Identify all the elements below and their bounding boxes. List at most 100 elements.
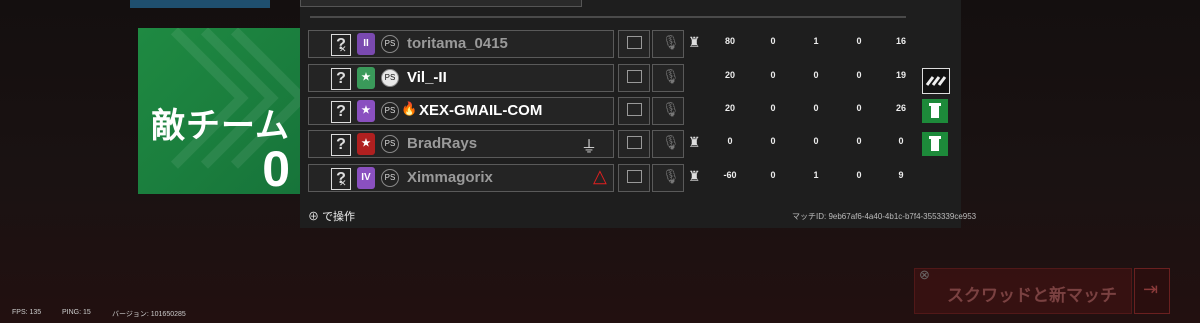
chat-icon [627,103,642,116]
match-id: マッチID: 9eb67af6-4a40-4b1c-b7f4-3553339ce… [792,212,977,221]
voice-mute-button[interactable]: 🎙 [652,30,684,58]
voice-mute-button[interactable]: 🎙 [652,164,684,192]
ping-value: 26 [895,103,906,113]
team-score: 0 [262,141,290,194]
chat-icon [627,36,642,49]
assists-value: 0 [813,70,819,80]
status-icon [922,99,948,123]
player-name: BradRays [407,135,478,152]
team-divider [310,16,906,18]
rank-badge: ★ [357,133,375,155]
player-name-cell[interactable]: ? ★ PS BradRays ⏚ [308,130,614,158]
close-icon[interactable]: ⊗ [919,267,930,283]
player-name-cell[interactable]: ? ✕ II PS toritama_0415 [308,30,614,58]
warning-triangle-icon: △ [593,166,607,186]
controller-touchpad-icon: ⊕ [308,211,319,223]
kills-value: 0 [770,136,776,146]
control-hint-text: で操作 [322,211,356,223]
playstation-icon: PS [381,35,399,53]
defuser-icon: ♜ [688,168,701,184]
player-name: Vil_-II [407,69,447,86]
score-value: 20 [724,70,735,80]
mic-muted-icon: 🎙 [662,168,680,184]
status-icon [922,68,950,94]
defuser-icon: ♜ [688,34,701,50]
scoreboard: ? ✕ II PS toritama_0415 🎙 ♜ 80 0 1 0 16 … [300,0,961,228]
player-name-cell[interactable]: ? ★ PS Vil_-II [308,64,614,92]
exit-icon: ⇥ [1143,279,1159,299]
ping-value: 0 [898,136,904,146]
fire-icon: 🔥 [401,101,418,116]
mic-muted-icon: 🎙 [662,68,680,84]
ping-value: 16 [895,36,906,46]
dead-marker-icon: ✕ [339,44,347,54]
status-icon [922,132,948,156]
rank-badge: ★ [357,67,375,89]
chat-mute-button[interactable] [618,164,650,192]
voice-mute-button[interactable]: 🎙 [652,97,684,125]
playstation-icon: PS [381,69,399,87]
player-row[interactable]: ? ★ PS Vil_-II 🎙 20 0 0 0 19 [308,64,958,92]
dead-marker-icon: ✕ [339,178,347,188]
squad-new-match-button[interactable]: ⊗ スクワッドと新マッチ [914,267,1132,314]
assists-value: 0 [813,103,819,113]
chat-mute-button[interactable] [618,64,650,92]
previous-row-strip [300,0,582,7]
chat-icon [627,70,642,83]
assists-value: 1 [813,36,819,46]
playstation-icon: PS [381,135,399,153]
deaths-value: 0 [856,136,862,146]
player-row[interactable]: ? ✕ IV PS Ximmagorix △ 🎙 ♜ -60 0 1 0 9 [308,164,958,192]
chat-icon [627,136,642,149]
chat-icon [627,170,642,183]
fps-readout: FPS: 135 [12,309,42,316]
playstation-icon: PS [381,102,399,120]
player-name: toritama_0415 [407,35,508,52]
unknown-operator-icon: ? [331,101,351,123]
kills-value: 0 [770,36,776,46]
player-row[interactable]: ? ★ PS 🔥 XEX-GMAIL-COM 🎙 20 0 0 0 26 [308,97,958,125]
rank-badge: ★ [357,100,375,122]
mic-muted-icon: 🎙 [662,34,680,50]
deaths-value: 0 [856,170,862,180]
mic-muted-icon: 🎙 [662,101,680,117]
kills-value: 0 [770,170,776,180]
score-value: 20 [724,103,735,113]
defuser-icon: ♜ [688,134,701,150]
kills-value: 0 [770,70,776,80]
ping-readout: PING: 15 [62,309,91,316]
top-team-strip [130,0,270,8]
player-row[interactable]: ? ✕ II PS toritama_0415 🎙 ♜ 80 0 1 0 16 [308,30,958,58]
chat-mute-button[interactable] [618,130,650,158]
unknown-operator-icon: ? [331,134,351,156]
enemy-team-panel: 敵チーム 0 [138,28,300,194]
squad-new-match-label: スクワッドと新マッチ [947,286,1117,305]
assists-value: 0 [813,136,819,146]
player-name: Ximmagorix [407,169,493,186]
score-value: 0 [727,136,733,146]
ping-value: 19 [895,70,906,80]
rank-badge: IV [357,167,375,189]
player-name: XEX-GMAIL-COM [419,102,543,119]
exit-button[interactable]: ⇥ [1134,268,1170,314]
voice-mute-button[interactable]: 🎙 [652,130,684,158]
chat-mute-button[interactable] [618,97,650,125]
player-name-cell[interactable]: ? ★ PS 🔥 XEX-GMAIL-COM [308,97,614,125]
mic-muted-icon: 🎙 [662,134,680,150]
deaths-value: 0 [856,103,862,113]
player-row[interactable]: ? ★ PS BradRays ⏚ 🎙 ♜ 0 0 0 0 0 [308,130,958,158]
score-value: -60 [723,170,737,180]
player-name-cell[interactable]: ? ✕ IV PS Ximmagorix △ [308,164,614,192]
unknown-operator-icon: ? [331,68,351,90]
deaths-value: 0 [856,70,862,80]
plug-icon: ⏚ [581,139,598,156]
kills-value: 0 [770,103,776,113]
rank-badge: II [357,33,375,55]
deaths-value: 0 [856,36,862,46]
playstation-icon: PS [381,169,399,187]
score-value: 80 [724,36,735,46]
ping-value: 9 [898,170,904,180]
assists-value: 1 [813,170,819,180]
chat-mute-button[interactable] [618,30,650,58]
voice-mute-button[interactable]: 🎙 [652,64,684,92]
